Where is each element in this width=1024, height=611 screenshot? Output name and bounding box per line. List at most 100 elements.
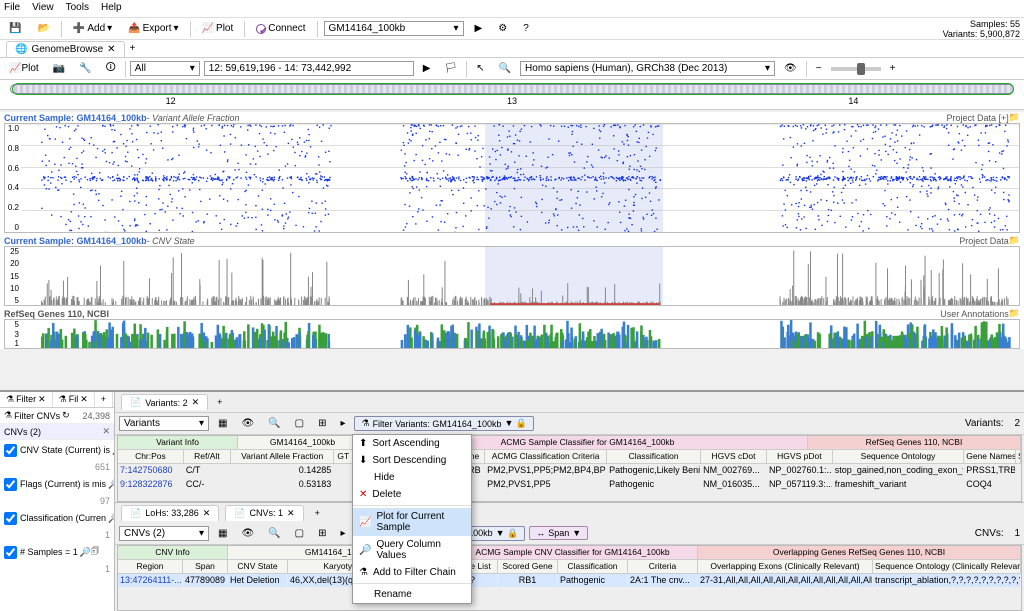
col-header[interactable]: Ref/Alt xyxy=(184,450,231,464)
col-header[interactable]: Classification xyxy=(558,560,628,574)
zoom-slider[interactable] xyxy=(831,67,881,71)
plot-action[interactable]: 📈Plot xyxy=(4,60,44,77)
col-header[interactable]: Chr:Pos xyxy=(118,450,184,464)
vaf-plot[interactable]: 1.0 0.8 0.6 0.4 0.2 0 xyxy=(4,123,1020,233)
region-input[interactable]: 12: 59,619,196 - 14: 73,442,992 xyxy=(204,61,414,76)
ctx-plot-current-sample[interactable]: 📈 Plot for Current Sample xyxy=(353,508,471,536)
col-header[interactable]: Overlapping Exons (Clinically Relevant) xyxy=(698,560,873,574)
eye-icon[interactable]: 👁 xyxy=(236,525,259,542)
filter-chip[interactable]: ⚗ Filter Variants: GM14164_100kb ▼ 🔒 xyxy=(354,416,534,431)
tab-variants[interactable]: 📄 Variants: 2 ✕ xyxy=(121,394,208,410)
tab-cnvs[interactable]: 📄 CNVs: 1 ✕ xyxy=(225,505,303,521)
col-header[interactable]: Sequence Ontology (Clinically Relevant) xyxy=(873,560,1021,574)
filter-node[interactable]: # Samples = 1🔎🗊 xyxy=(0,542,114,562)
cnvs-grid[interactable]: CNV Info GM14164_100kb ACMG Sample CNV C… xyxy=(117,545,1022,611)
search-icon[interactable]: 🔎 xyxy=(108,513,114,524)
close-icon[interactable]: ✕ xyxy=(287,508,295,519)
col-header[interactable]: HGVS pDot xyxy=(767,450,833,464)
nav-icon[interactable]: 📷 xyxy=(48,60,70,77)
ctx-hide[interactable]: Hide xyxy=(353,469,471,486)
table-icon[interactable]: ⊞ xyxy=(313,525,331,542)
add-tab-button[interactable]: + xyxy=(310,505,325,521)
col-group[interactable]: Overlapping Genes RefSeq Genes 110, NCBI xyxy=(698,546,1021,560)
ideogram[interactable]: 12 13 14 xyxy=(0,80,1024,110)
col-header[interactable]: Gene Names xyxy=(964,450,1016,464)
project-combo[interactable]: GM14164_100kb▾ xyxy=(324,21,464,36)
search-icon[interactable]: 🔎 xyxy=(112,445,114,456)
folder-icon[interactable]: 📁 xyxy=(1009,235,1020,246)
col-header[interactable]: Sequence Ontology xyxy=(833,450,964,464)
view-icon[interactable]: ▢ xyxy=(290,415,309,432)
col-header[interactable]: Sequen... xyxy=(1016,450,1021,464)
search-icon[interactable]: 🔎 xyxy=(108,479,114,490)
context-menu[interactable]: ⬆ Sort Ascending ⬇ Sort Descending Hide … xyxy=(352,434,472,604)
span-button[interactable]: ↔ Span ▼ xyxy=(529,526,588,540)
track-right-label[interactable]: User Annotations xyxy=(940,309,1009,319)
col-header[interactable]: Variant Allele Fraction xyxy=(231,450,334,464)
menubar[interactable]: File View Tools Help xyxy=(0,0,1024,18)
col-group[interactable]: ACMG Sample CNV Classifier for GM14164_1… xyxy=(448,546,698,560)
connect-button[interactable]: ✔ Connect xyxy=(251,20,310,37)
filter-tab[interactable]: ⚗ Filter ✕ xyxy=(0,392,53,407)
col-header[interactable]: ACMG Classification Criteria xyxy=(485,450,607,464)
col-header[interactable]: Criteria xyxy=(628,560,698,574)
menu-help[interactable]: Help xyxy=(101,2,122,15)
forward-button[interactable]: ▶ xyxy=(470,20,488,37)
save-button[interactable]: 💾 xyxy=(4,20,26,37)
filter-node[interactable]: Classification (Curren🔎🗊 xyxy=(0,508,114,528)
track-right-label[interactable]: Project Data [+] xyxy=(947,113,1009,123)
export-button[interactable]: 📤 Export ▾ xyxy=(123,20,183,37)
view-icon[interactable]: ▢ xyxy=(290,525,309,542)
close-icon[interactable]: ✕ xyxy=(203,508,211,519)
ctx-add-filter-chain[interactable]: ⚗ Add to Filter Chain xyxy=(353,564,471,581)
visibility-icon[interactable]: 👁 xyxy=(779,60,802,77)
table-row[interactable]: 13:47264111-... 47789089 Het Deletion 46… xyxy=(118,574,1021,588)
nav-icon[interactable]: ▸ xyxy=(335,415,350,432)
menu-tools[interactable]: Tools xyxy=(66,2,89,15)
col-header[interactable]: CNV State xyxy=(228,560,288,574)
ctx-query-column-values[interactable]: 🔎 Query Column Values xyxy=(353,536,471,564)
add-button[interactable]: ➕ Add ▾ xyxy=(68,20,117,37)
col-header[interactable]: Span xyxy=(183,560,228,574)
settings-button[interactable]: ⚙ xyxy=(493,20,512,37)
eye-icon[interactable]: 👁 xyxy=(236,415,259,432)
col-header[interactable]: Scored Gene xyxy=(498,560,558,574)
search-icon[interactable]: 🔍 xyxy=(263,415,285,432)
add-tab-button[interactable]: + xyxy=(212,394,227,410)
refresh-icon[interactable]: ↻ xyxy=(62,410,70,421)
menu-file[interactable]: File xyxy=(4,2,20,15)
zoom-in-button[interactable]: + xyxy=(885,60,901,77)
filter-tab[interactable]: ⚗ Fil ✕ xyxy=(53,392,95,407)
close-icon[interactable]: ✕ xyxy=(192,397,200,408)
add-tab[interactable]: + xyxy=(95,392,113,407)
search-icon[interactable]: 🔎 xyxy=(80,547,91,558)
add-tab-button[interactable]: + xyxy=(125,40,141,57)
filter-checkbox[interactable] xyxy=(4,546,17,559)
col-header[interactable]: Region xyxy=(118,560,183,574)
filter-checkbox[interactable] xyxy=(4,444,17,457)
genome-combo[interactable]: Homo sapiens (Human), GRCh38 (Dec 2013)▾ xyxy=(520,61,775,76)
filter-checkbox[interactable] xyxy=(4,512,17,525)
plot-button[interactable]: 📈 Plot xyxy=(197,20,239,37)
close-icon[interactable]: ✕ xyxy=(107,44,115,55)
filter-node[interactable]: CNV State (Current) is🔎🗊 xyxy=(0,440,114,460)
col-group[interactable]: RefSeq Genes 110, NCBI xyxy=(808,436,1021,450)
filter-node[interactable]: Flags (Current) is mis🔎🗊 xyxy=(0,474,114,494)
col-group[interactable]: CNV Info xyxy=(118,546,228,560)
open-button[interactable]: 📂 xyxy=(32,20,54,37)
ctx-delete[interactable]: ✕ Delete xyxy=(353,486,471,503)
go-button[interactable]: ▶ xyxy=(418,60,436,77)
menu-view[interactable]: View xyxy=(32,2,54,15)
col-group[interactable]: GM14164_100kb xyxy=(238,436,368,450)
close-icon[interactable]: ✕ xyxy=(38,394,46,405)
grid-icon[interactable]: ▦ xyxy=(213,415,232,432)
search-icon[interactable]: 🔍 xyxy=(263,525,285,542)
ctx-sort-descending[interactable]: ⬇ Sort Descending xyxy=(353,452,471,469)
nav-icon[interactable]: 🛈 xyxy=(101,57,121,80)
table-icon[interactable]: ⊞ xyxy=(313,415,331,432)
track-right-label[interactable]: Project Data xyxy=(959,236,1009,246)
help-button[interactable]: ? xyxy=(518,20,534,37)
zoom-out-button[interactable]: − xyxy=(811,60,827,77)
tab-lohs[interactable]: 📄 LoHs: 33,286 ✕ xyxy=(121,505,219,521)
bookmark-button[interactable]: 🏳 xyxy=(440,60,463,77)
